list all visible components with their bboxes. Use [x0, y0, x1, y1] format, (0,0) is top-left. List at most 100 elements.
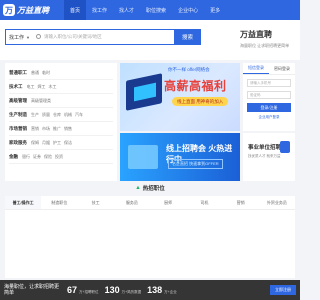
tab-hot-job[interactable]: 外贸业务员	[259, 196, 295, 209]
main-nav: 首页 找工作 找人才 职位搜索 企业中心 更多	[64, 0, 226, 20]
logo-icon: 万	[3, 4, 15, 16]
banner-top-text: 你不一样 offer网络会	[168, 67, 210, 72]
category-sub[interactable]: 汽车	[75, 112, 83, 118]
category-sub[interactable]: 生产	[31, 112, 39, 118]
brand-subtitle: 海量职位 让求职招聘更简单	[240, 43, 290, 48]
category-sub[interactable]: 月嫂	[42, 140, 50, 146]
category-sub[interactable]: 保险	[44, 154, 52, 160]
hot-jobs-panel: 普工/操作工 制造职位 技工 服务员 厨师 司机 营销 外贸业务员	[5, 196, 295, 278]
category-row: 高级管理 高级管理类	[9, 94, 113, 108]
category-sub[interactable]: 机械	[64, 112, 72, 118]
brand-block: 万益直聘 海量职位 让求职招聘更简单	[240, 29, 289, 49]
stat-jobs: 67 万+招聘职位	[67, 285, 99, 295]
banner-pill: 线上直面 用神奇的加入	[172, 97, 229, 106]
category-head[interactable]: 普通职工	[9, 70, 27, 76]
code-input[interactable]: 验证码	[247, 91, 291, 99]
category-sub[interactable]: 高级管理类	[31, 98, 51, 104]
category-head[interactable]: 金融	[9, 154, 18, 160]
promo-illustration	[128, 145, 158, 169]
stat-companies: 138 万+企业	[147, 285, 177, 295]
top-nav: 万 万益直聘 首页 找工作 找人才 职位搜索 企业中心 更多	[0, 0, 300, 20]
nav-find-job[interactable]: 找工作	[86, 0, 113, 20]
hot-jobs-heading: ▲ 热招职位	[0, 182, 300, 194]
category-sub[interactable]: 临时	[42, 70, 50, 76]
category-sub[interactable]: 银行	[22, 154, 30, 160]
hot-jobs-title: 热招职位	[142, 186, 165, 192]
stat-label: 万+简历数据	[121, 290, 142, 294]
category-sub[interactable]: 保洁	[64, 140, 72, 146]
login-card: 短信登录 密码登录 请输入手机号 验证码 登录/注册 企业用户登录	[243, 63, 295, 131]
category-sub[interactable]: 电工	[27, 84, 35, 90]
stat-resumes: 130 万+简历数据	[105, 285, 142, 295]
category-sub[interactable]: 木工	[49, 84, 57, 90]
building-icon	[280, 141, 290, 153]
bottom-slogan: 海量职位，让求职招聘更简单	[4, 284, 60, 296]
bottom-register-bar: 海量职位，让求职招聘更简单 67 万+招聘职位 130 万+简历数据 138 万…	[0, 280, 300, 300]
category-sub[interactable]: 质量	[42, 112, 50, 118]
login-tabs: 短信登录 密码登录	[243, 63, 295, 75]
tab-sms-login[interactable]: 短信登录	[243, 63, 269, 74]
search-input[interactable]: 请输入职位/公司/关键词/地区	[44, 30, 102, 44]
tab-hot-job[interactable]: 司机	[186, 196, 222, 209]
brand-title: 万益直聘	[240, 30, 272, 39]
tab-hot-job[interactable]: 服务员	[114, 196, 150, 209]
category-sub[interactable]: 仓库	[53, 112, 61, 118]
stat-label: 万+企业	[164, 290, 177, 294]
category-sub[interactable]: 护工	[53, 140, 61, 146]
login-button[interactable]: 登录/注册	[247, 103, 291, 112]
category-sub[interactable]: 投资	[55, 154, 63, 160]
hot-jobs-tabs: 普工/操作工 制造职位 技工 服务员 厨师 司机 营销 外贸业务员	[5, 196, 295, 210]
category-sub[interactable]: 证券	[33, 154, 41, 160]
category-sub[interactable]: 焊工	[38, 84, 46, 90]
stat-number: 67	[67, 285, 78, 295]
nav-more[interactable]: 更多	[204, 0, 226, 20]
stat-number: 130	[104, 285, 120, 295]
category-row: 金融 银行 证券 保险 投资	[9, 150, 113, 164]
search-icon	[36, 34, 41, 39]
chevron-down-icon: ▼	[26, 34, 30, 40]
category-sub[interactable]: 销售	[64, 126, 72, 132]
nav-home[interactable]: 首页	[64, 0, 87, 20]
category-sub[interactable]: 市场	[42, 126, 50, 132]
category-row: 市场营销 营销 市场 推广 销售	[9, 122, 113, 136]
job-fair-promo[interactable]: 线上招聘会 火热进行中 名企直招 快速拿到OFFER	[120, 133, 240, 181]
nav-job-search[interactable]: 职位搜索	[140, 0, 172, 20]
enterprise-card[interactable]: 事业单位招聘 找优质人才 就来万益	[243, 133, 295, 181]
tab-hot-job[interactable]: 厨师	[150, 196, 186, 209]
search-category-label: 找工作	[9, 34, 25, 41]
category-head[interactable]: 生产制造	[9, 112, 27, 118]
flame-icon: ▲	[135, 185, 141, 191]
category-sub[interactable]: 普通	[31, 70, 39, 76]
tab-hot-job[interactable]: 技工	[78, 196, 114, 209]
tab-hot-job[interactable]: 营销	[223, 196, 259, 209]
category-head[interactable]: 技术工	[9, 84, 23, 90]
category-row: 普通职工 普通 临时	[9, 66, 113, 80]
search-box: 找工作 ▼ 请输入职位/公司/关键词/地区 搜索	[5, 29, 201, 45]
nav-company-center[interactable]: 企业中心	[172, 0, 204, 20]
nav-find-talent[interactable]: 找人才	[113, 0, 140, 20]
page: 万 万益直聘 首页 找工作 找人才 职位搜索 企业中心 更多 找工作 ▼ 请输入…	[0, 0, 300, 300]
category-row: 技术工 电工 焊工 木工	[9, 80, 113, 94]
banner-headline: 高薪高福利	[164, 79, 227, 93]
company-login-link[interactable]: 企业用户登录	[247, 115, 291, 120]
stat-number: 138	[147, 285, 163, 295]
category-sub[interactable]: 保姆	[31, 140, 39, 146]
phone-input[interactable]: 请输入手机号	[247, 79, 291, 87]
tab-hot-job[interactable]: 普工/操作工	[5, 196, 42, 209]
search-category-select[interactable]: 找工作 ▼	[9, 30, 30, 44]
site-logo[interactable]: 万 万益直聘	[3, 3, 49, 17]
category-head[interactable]: 高级管理	[9, 98, 27, 104]
category-sub[interactable]: 营销	[31, 126, 39, 132]
tab-password-login[interactable]: 密码登录	[269, 63, 295, 74]
register-button[interactable]: 立即注册	[270, 285, 296, 295]
stat-label: 万+招聘职位	[79, 290, 99, 294]
category-sub[interactable]: 推广	[53, 126, 61, 132]
tab-hot-job[interactable]: 制造职位	[41, 196, 77, 209]
logo-text: 万益直聘	[17, 5, 49, 15]
category-head[interactable]: 家政服务	[9, 140, 27, 146]
category-head[interactable]: 市场营销	[9, 126, 27, 132]
search-row: 找工作 ▼ 请输入职位/公司/关键词/地区 搜索 万益直聘 海量职位 让求职招聘…	[0, 20, 300, 60]
hero-banner[interactable]: 你不一样 offer网络会 高薪高福利 线上直面 用神奇的加入	[120, 63, 240, 131]
enterprise-subtitle: 找优质人才 就来万益	[248, 154, 281, 158]
search-button[interactable]: 搜索	[174, 29, 201, 45]
